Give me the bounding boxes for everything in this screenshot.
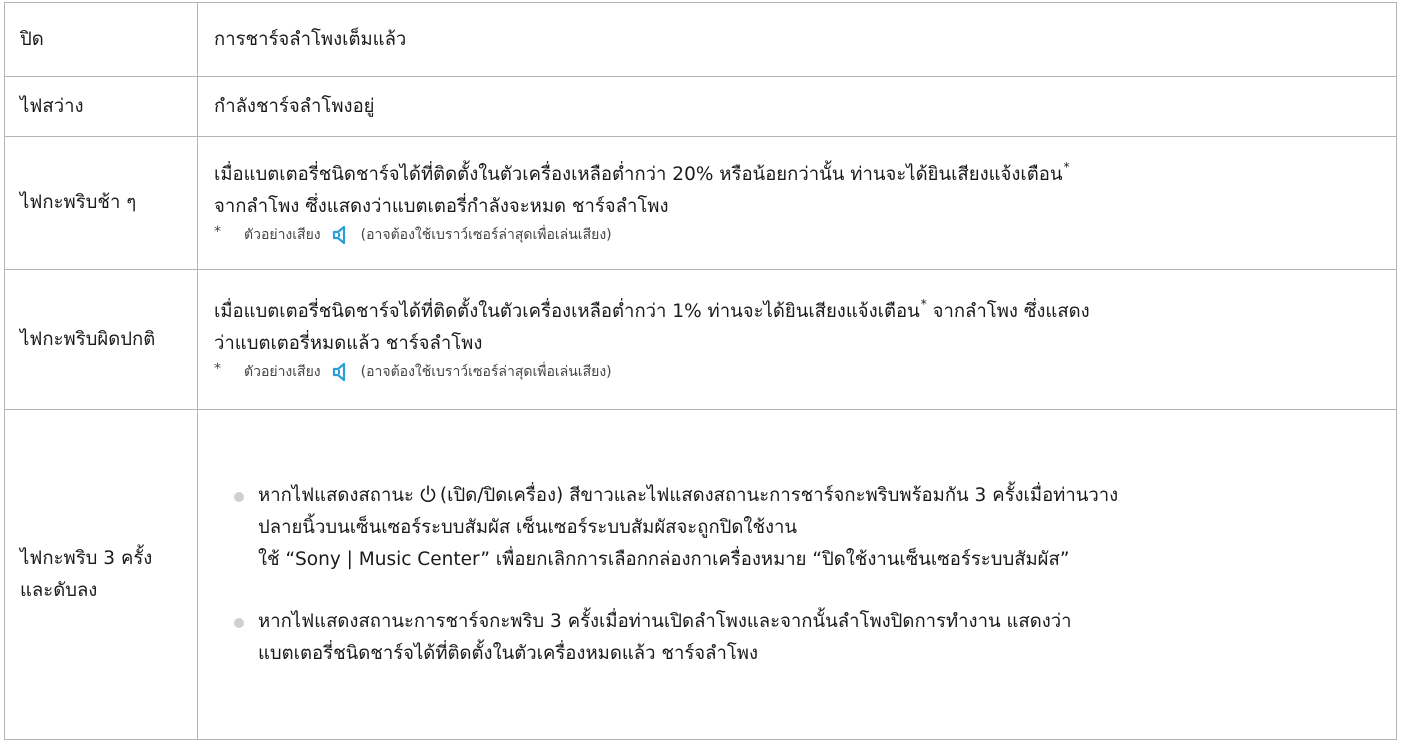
bullet-line: ใช้ “Sony | Music Center” เพื่อยกเลิกการ… [258, 548, 1070, 570]
footnote-mark: * [214, 360, 221, 377]
note-text: (อาจต้องใช้เบราว์เซอร์ล่าสุดเพื่อเล่นเสี… [360, 227, 612, 243]
bullet-line: ปลายนิ้วบนเซ็นเซอร์ระบบสัมผัส เซ็นเซอร์ร… [258, 516, 798, 538]
description-cell: หากไฟแสดงสถานะ (เปิด/ปิดเครื่อง) สีขาวและ… [197, 409, 1397, 740]
description-line: เมื่อแบตเตอรี่ชนิดชาร์จได้ที่ติดตั้งในตั… [214, 164, 1063, 185]
speaker-icon[interactable] [331, 361, 353, 383]
bullet-text: หากไฟแสดงสถานะ [258, 484, 414, 506]
list-item: หากไฟแสดงสถานะการชาร์จกะพริบ 3 ครั้งเมื่… [234, 606, 1380, 670]
description-line: เมื่อแบตเตอรี่ชนิดชาร์จได้ที่ติดตั้งในตั… [214, 300, 920, 322]
status-cell: ปิด [4, 2, 198, 77]
footnote-mark: * [1063, 160, 1070, 174]
description-text: เมื่อแบตเตอรี่ชนิดชาร์จได้ที่ติดตั้งในตั… [214, 159, 1380, 191]
bullet-list: หากไฟแสดงสถานะ (เปิด/ปิดเครื่อง) สีขาวและ… [214, 480, 1380, 670]
footnote-mark: * [214, 224, 221, 240]
description-cell: การชาร์จลำโพงเต็มแล้ว [197, 2, 1397, 77]
table-row: ไฟสว่าง กำลังชาร์จลำโพงอยู่ [4, 76, 1397, 137]
bullet-line: หากไฟแสดงสถานะการชาร์จกะพริบ 3 ครั้งเมื่… [258, 610, 1072, 632]
power-icon [420, 484, 436, 502]
bullet-icon [234, 617, 244, 628]
description-cell: เมื่อแบตเตอรี่ชนิดชาร์จได้ที่ติดตั้งในตั… [197, 136, 1397, 270]
description-line: ว่าแบตเตอรี่หมดแล้ว ชาร์จลำโพง [214, 332, 483, 354]
sound-sample-note: * ตัวอย่างเสียง (อาจต้องใช้เบราว์เซอร์ล่… [214, 360, 1380, 384]
bullet-line: หากไฟแสดงสถานะ (เปิด/ปิดเครื่อง) สีขาวและ… [258, 480, 1380, 512]
bullet-line: แบตเตอรี่ชนิดชาร์จได้ที่ติดตั้งในตัวเครื… [258, 642, 758, 664]
table-row: ไฟกะพริบช้า ๆ เมื่อแบตเตอรี่ชนิดชาร์จได้… [4, 136, 1397, 270]
table-row: ไฟกะพริบผิดปกติ เมื่อแบตเตอรี่ชนิดชาร์จไ… [4, 269, 1397, 410]
description-line-continuation: จากลำโพง ซึ่งแสดง [926, 300, 1090, 322]
description-line: จากลำโพง ซึ่งแสดงว่าแบตเตอรี่กำลังจะหมด … [214, 196, 669, 217]
status-cell: ไฟสว่าง [4, 76, 198, 137]
description-cell: กำลังชาร์จลำโพงอยู่ [197, 76, 1397, 137]
status-cell: ไฟกะพริบช้า ๆ [4, 136, 198, 270]
table-row: ปิด การชาร์จลำโพงเต็มแล้ว [4, 2, 1397, 77]
status-cell: ไฟกะพริบผิดปกติ [4, 269, 198, 410]
speaker-icon[interactable] [331, 224, 353, 246]
bullet-icon [234, 491, 244, 502]
bullet-text: (เปิด/ปิดเครื่อง) สีขาวและไฟแสดงสถานะการ… [439, 484, 1119, 506]
footnote-mark: * [920, 296, 927, 311]
note-label: ตัวอย่างเสียง [244, 227, 321, 243]
status-cell: ไฟกะพริบ 3 ครั้งและดับลง [4, 409, 198, 740]
list-item: หากไฟแสดงสถานะ (เปิด/ปิดเครื่อง) สีขาวและ… [234, 480, 1380, 576]
note-text: (อาจต้องใช้เบราว์เซอร์ล่าสุดเพื่อเล่นเสี… [360, 363, 612, 380]
table-row: ไฟกะพริบ 3 ครั้งและดับลง หากไฟแสดงสถานะ (… [4, 409, 1397, 740]
description-text: เมื่อแบตเตอรี่ชนิดชาร์จได้ที่ติดตั้งในตั… [214, 296, 1380, 328]
description-cell: เมื่อแบตเตอรี่ชนิดชาร์จได้ที่ติดตั้งในตั… [197, 269, 1397, 410]
note-label: ตัวอย่างเสียง [244, 363, 321, 380]
status-table: ปิด การชาร์จลำโพงเต็มแล้ว ไฟสว่าง กำลังช… [4, 2, 1397, 740]
sound-sample-note: * ตัวอย่างเสียง (อาจต้องใช้เบราว์เซอร์ล่… [214, 223, 1380, 247]
